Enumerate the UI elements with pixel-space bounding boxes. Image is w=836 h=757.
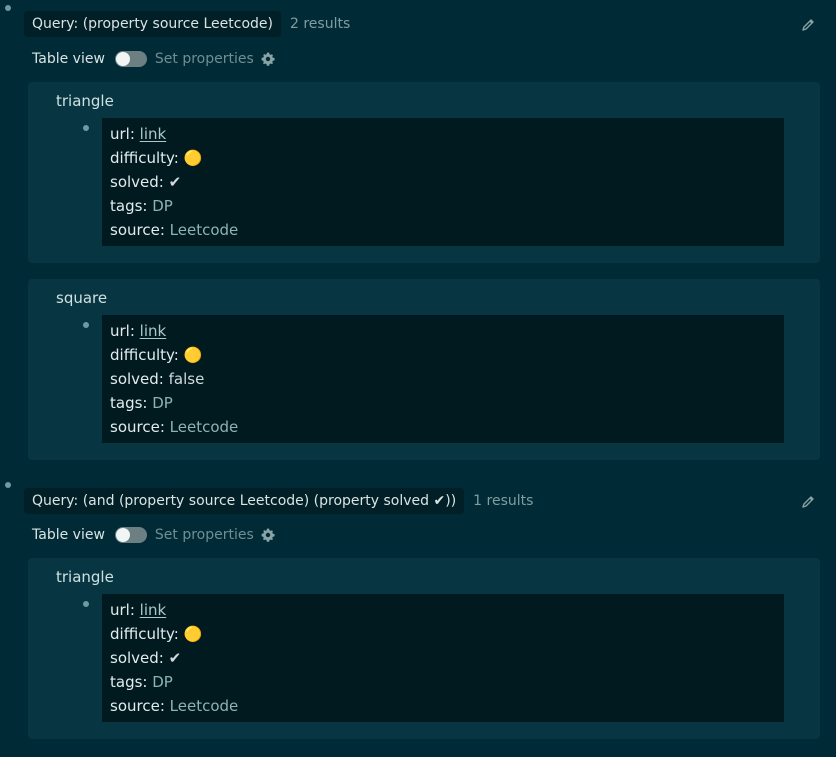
url-link[interactable]: link (140, 322, 167, 340)
property-key: tags (110, 197, 143, 215)
property-url: url: link (110, 319, 776, 343)
toggle-knob (115, 528, 130, 542)
tag-link[interactable]: DP (152, 197, 173, 215)
property-sep: : (173, 149, 184, 167)
property-tags: tags: DP (110, 194, 776, 218)
property-url: url: link (110, 122, 776, 146)
block-bullet[interactable] (5, 5, 11, 11)
result-title[interactable]: triangle (56, 92, 114, 110)
property-solved: solved: ✔ (110, 170, 776, 194)
source-link[interactable]: Leetcode (170, 697, 239, 715)
property-sep: : (129, 601, 140, 619)
difficulty-value: 🟡 (183, 346, 203, 364)
property-key: source (110, 221, 160, 239)
query-toolbar: Table view Set properties (32, 524, 276, 546)
property-solved: solved: ✔ (110, 646, 776, 670)
property-sep: : (159, 221, 170, 239)
block-bullet[interactable] (83, 125, 89, 131)
query-toolbar: Table view Set properties (32, 48, 276, 70)
property-solved: solved: false (110, 367, 776, 391)
set-properties-button[interactable]: Set properties (155, 527, 254, 543)
property-key: url (110, 601, 130, 619)
property-sep: : (158, 173, 169, 191)
property-sep: : (142, 394, 153, 412)
property-key: difficulty (110, 625, 174, 643)
property-sep: : (159, 418, 170, 436)
gear-icon[interactable] (260, 527, 276, 543)
difficulty-value: 🟡 (183, 625, 203, 643)
result-card: triangle url: link difficulty: 🟡 solved:… (28, 558, 820, 739)
property-sep: : (142, 673, 153, 691)
property-key: url (110, 322, 130, 340)
property-sep: : (173, 346, 184, 364)
block-bullet[interactable] (83, 322, 89, 328)
table-view-toggle[interactable] (114, 51, 147, 67)
toggle-knob (115, 52, 130, 66)
property-sep: : (158, 649, 169, 667)
property-sep: : (129, 125, 140, 143)
property-difficulty: difficulty: 🟡 (110, 622, 776, 646)
properties-block[interactable]: url: link difficulty: 🟡 solved: ✔ tags: … (102, 118, 784, 246)
property-difficulty: difficulty: 🟡 (110, 146, 776, 170)
solved-value: ✔ (168, 173, 182, 191)
tag-link[interactable]: DP (152, 394, 173, 412)
property-source: source: Leetcode (110, 218, 776, 242)
property-key: solved (110, 370, 159, 388)
property-key: solved (110, 649, 159, 667)
property-source: source: Leetcode (110, 694, 776, 718)
result-title[interactable]: square (56, 289, 107, 307)
table-view-toggle[interactable] (114, 527, 147, 543)
property-sep: : (173, 625, 184, 643)
property-key: difficulty (110, 346, 174, 364)
property-key: source (110, 697, 160, 715)
source-link[interactable]: Leetcode (170, 221, 239, 239)
solved-value: ✔ (168, 649, 182, 667)
solved-value: false (168, 370, 205, 388)
result-card: square url: link difficulty: 🟡 solved: f… (28, 279, 820, 460)
property-key: source (110, 418, 160, 436)
property-source: source: Leetcode (110, 415, 776, 439)
url-link[interactable]: link (140, 601, 167, 619)
property-tags: tags: DP (110, 391, 776, 415)
query-label[interactable]: Query: (and (property source Leetcode) (… (24, 488, 465, 514)
table-view-label: Table view (32, 51, 105, 67)
url-link[interactable]: link (140, 125, 167, 143)
result-count: 1 results (473, 493, 534, 509)
set-properties-button[interactable]: Set properties (155, 51, 254, 67)
result-count: 2 results (289, 16, 351, 32)
property-tags: tags: DP (110, 670, 776, 694)
property-url: url: link (110, 598, 776, 622)
block-bullet[interactable] (83, 601, 89, 607)
property-difficulty: difficulty: 🟡 (110, 343, 776, 367)
property-key: tags (110, 673, 143, 691)
query-header: Query: (property source Leetcode) 2 resu… (24, 11, 350, 37)
property-key: difficulty (110, 149, 174, 167)
block-bullet[interactable] (5, 482, 11, 488)
pencil-icon[interactable] (800, 494, 816, 510)
property-sep: : (159, 697, 170, 715)
query-label[interactable]: Query: (property source Leetcode) (24, 11, 281, 37)
property-key: solved (110, 173, 159, 191)
tag-link[interactable]: DP (152, 673, 173, 691)
pencil-icon[interactable] (800, 17, 816, 33)
gear-icon[interactable] (260, 51, 276, 67)
source-link[interactable]: Leetcode (170, 418, 239, 436)
property-sep: : (158, 370, 169, 388)
property-sep: : (142, 197, 153, 215)
result-card: triangle url: link difficulty: 🟡 solved:… (28, 82, 820, 263)
result-title[interactable]: triangle (56, 568, 114, 586)
properties-block[interactable]: url: link difficulty: 🟡 solved: ✔ tags: … (102, 594, 784, 722)
property-key: tags (110, 394, 143, 412)
property-sep: : (129, 322, 140, 340)
properties-block[interactable]: url: link difficulty: 🟡 solved: false ta… (102, 315, 784, 443)
property-key: url (110, 125, 130, 143)
query-header: Query: (and (property source Leetcode) (… (24, 488, 533, 514)
table-view-label: Table view (32, 527, 105, 543)
difficulty-value: 🟡 (183, 149, 203, 167)
